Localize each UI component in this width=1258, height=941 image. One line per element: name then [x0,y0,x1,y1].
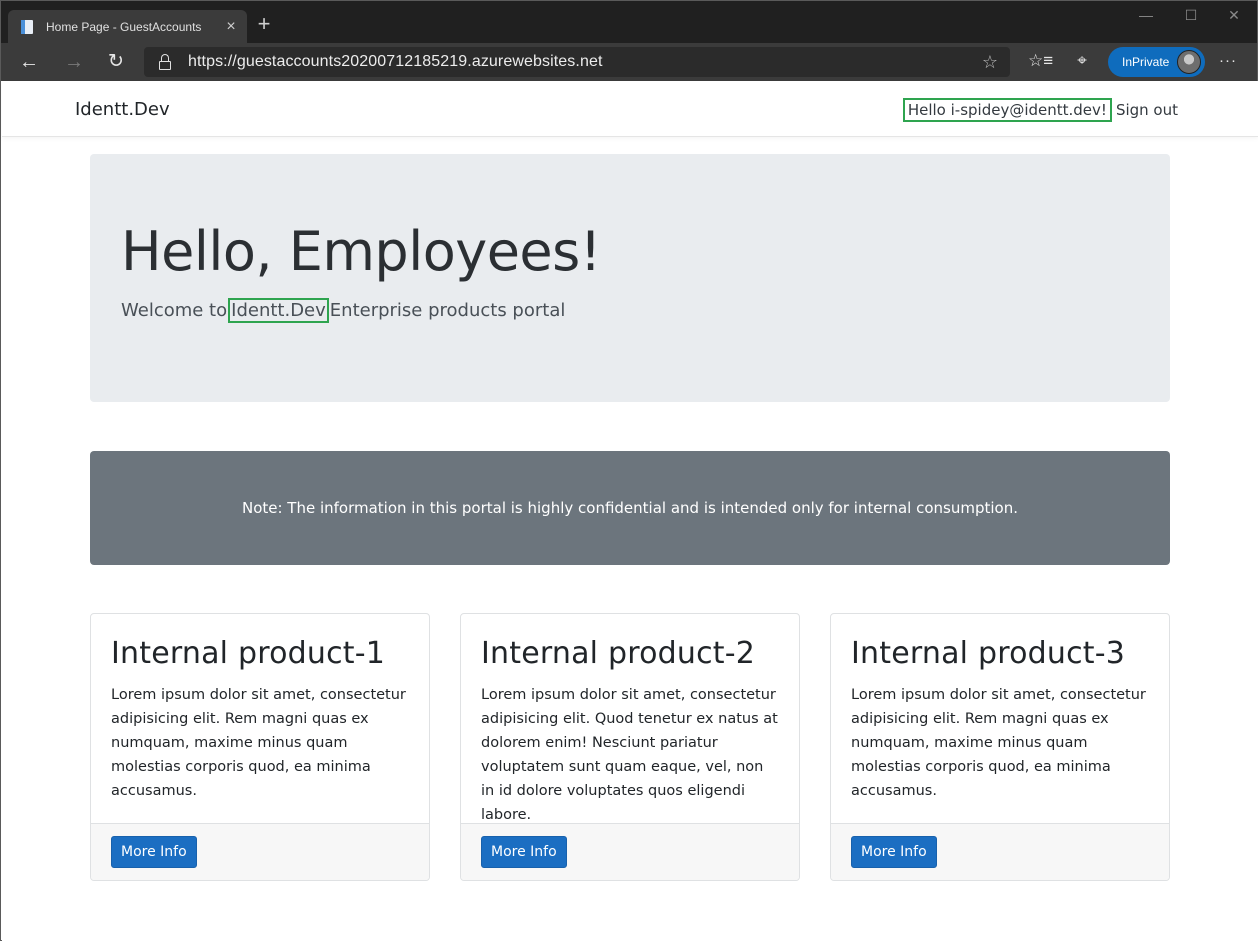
confidential-note-banner: Note: The information in this portal is … [90,451,1170,565]
tab-title: Home Page - GuestAccounts [46,19,202,34]
card-body: Internal product-1 Lorem ipsum dolor sit… [91,614,429,825]
product-card: Internal product-3 Lorem ipsum dolor sit… [830,613,1170,881]
site-navbar: Identt.Dev Hello i-spidey@identt.dev! Si… [2,81,1258,137]
hero-jumbotron: Hello, Employees! Welcome to Identt.Dev En… [90,154,1170,402]
inprivate-label: InPrivate [1122,55,1170,69]
minimize-button[interactable]: — [1131,7,1161,23]
page-favicon-icon [19,19,35,35]
card-text: Lorem ipsum dolor sit amet, consectetur … [851,687,1146,799]
title-bar: Home Page - GuestAccounts × + — ☐ ✕ [1,1,1257,43]
hero-lead: Welcome to Identt.Dev Enterprise products … [121,298,565,323]
favorites-icon[interactable]: ☆≡ [1028,51,1053,71]
new-tab-button[interactable]: + [253,13,275,35]
close-window-button[interactable]: ✕ [1219,7,1249,24]
lock-icon[interactable] [158,54,172,70]
card-body: Internal product-3 Lorem ipsum dolor sit… [831,614,1169,825]
site-brand-link[interactable]: Identt.Dev [75,99,170,120]
address-bar[interactable]: https://guestaccounts20200712185219.azur… [144,47,1010,77]
web-page: Identt.Dev Hello i-spidey@identt.dev! Si… [2,81,1258,941]
card-title: Internal product-2 [481,636,756,671]
note-text: Note: The information in this portal is … [241,499,1019,517]
hero-lead-prefix: Welcome to [121,300,228,321]
url-text[interactable]: https://guestaccounts20200712185219.azur… [188,53,603,71]
more-options-icon[interactable]: ··· [1219,52,1237,69]
browser-toolbar: ← → ↻ https://guestaccounts2020071218521… [1,43,1257,81]
inprivate-profile-button[interactable]: InPrivate [1108,47,1205,77]
card-body: Internal product-2 Lorem ipsum dolor sit… [461,614,799,825]
hero-lead-brand: Identt.Dev [228,298,329,323]
card-title: Internal product-3 [851,636,1126,671]
card-footer: More Info [831,823,1169,880]
forward-arrow-icon[interactable]: → [61,49,87,75]
more-info-button[interactable]: More Info [851,836,937,868]
close-tab-icon[interactable]: × [221,18,241,36]
hero-title: Hello, Employees! [121,220,601,283]
product-card: Internal product-2 Lorem ipsum dolor sit… [460,613,800,881]
card-text: Lorem ipsum dolor sit amet, consectetur … [481,687,778,823]
more-info-button[interactable]: More Info [481,836,567,868]
card-footer: More Info [461,823,799,880]
hero-lead-suffix: Enterprise products portal [329,300,566,321]
card-text: Lorem ipsum dolor sit amet, consectetur … [111,687,406,799]
user-greeting-link[interactable]: Hello i-spidey@identt.dev! [902,98,1112,122]
maximize-button[interactable]: ☐ [1176,7,1206,24]
product-card: Internal product-1 Lorem ipsum dolor sit… [90,613,430,881]
back-arrow-icon[interactable]: ← [16,49,42,75]
more-info-button[interactable]: More Info [111,836,197,868]
sign-out-link[interactable]: Sign out [1116,101,1178,119]
card-footer: More Info [91,823,429,880]
card-title: Internal product-1 [111,636,386,671]
profile-avatar-icon [1177,50,1201,74]
browser-tab[interactable]: Home Page - GuestAccounts × [8,10,247,43]
user-nav: Hello i-spidey@identt.dev! Sign out [902,98,1178,122]
collections-icon[interactable]: ⌖ [1070,51,1094,71]
add-favorite-star-icon[interactable]: ☆ [982,52,998,73]
browser-window: Home Page - GuestAccounts × + — ☐ ✕ ← → … [0,0,1258,941]
refresh-icon[interactable]: ↻ [103,49,129,75]
